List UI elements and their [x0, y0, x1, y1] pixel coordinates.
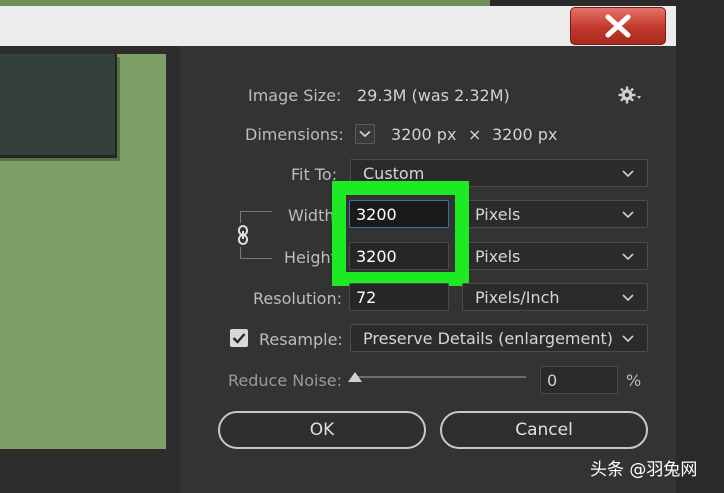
chevron-down-icon: [622, 170, 634, 178]
resample-label: Resample:: [259, 330, 343, 349]
reduce-noise-slider-thumb[interactable]: [348, 372, 362, 382]
fit-to-label: Fit To:: [291, 165, 338, 184]
watermark: 头条 @羽兔网: [590, 455, 697, 480]
resample-select[interactable]: Preserve Details (enlargement): [350, 324, 648, 352]
width-unit-select[interactable]: Pixels: [462, 200, 648, 228]
constrain-proportions-button[interactable]: [234, 223, 252, 247]
watermark-text: 头条 @羽兔网: [590, 460, 698, 480]
chevron-down-icon: [359, 130, 371, 138]
preview-content: [0, 54, 117, 158]
window-outside: [676, 6, 724, 493]
dimensions-units-dropdown[interactable]: [355, 124, 375, 144]
link-icon: [238, 225, 248, 245]
height-label: Height: [284, 248, 337, 267]
width-unit-value: Pixels: [475, 204, 521, 224]
dimensions-height: 3200 px: [492, 125, 558, 144]
dimensions-label: Dimensions:: [245, 125, 344, 144]
reduce-noise-unit: %: [626, 371, 642, 390]
image-size-value: 29.3M (was 2.32M): [357, 86, 510, 105]
cancel-button[interactable]: Cancel: [440, 411, 648, 449]
highlight-box: [332, 181, 469, 286]
dimensions-times: ×: [468, 125, 482, 144]
resample-checkbox[interactable]: [230, 329, 248, 347]
checkmark-icon: [232, 333, 246, 344]
width-label: Width: [288, 206, 335, 225]
gear-icon: [618, 86, 641, 104]
chevron-down-icon: [622, 253, 634, 261]
image-preview: [0, 54, 166, 449]
resolution-label: Resolution:: [253, 289, 342, 308]
reduce-noise-slider-track[interactable]: [352, 376, 526, 378]
image-size-label: Image Size:: [248, 86, 342, 105]
settings-gear-button[interactable]: [618, 85, 644, 105]
resolution-unit-select[interactable]: Pixels/Inch: [462, 283, 648, 311]
chevron-down-icon: [622, 211, 634, 219]
resolution-field[interactable]: [349, 283, 449, 311]
close-icon: [605, 14, 631, 38]
reduce-noise-label: Reduce Noise:: [228, 371, 343, 390]
height-unit-select[interactable]: Pixels: [462, 242, 648, 270]
dimensions-width: 3200 px: [391, 125, 457, 144]
resample-value: Preserve Details (enlargement): [363, 328, 614, 348]
ok-button[interactable]: OK: [218, 411, 426, 449]
resolution-unit-value: Pixels/Inch: [475, 287, 560, 307]
height-unit-value: Pixels: [475, 246, 521, 266]
reduce-noise-input[interactable]: [547, 370, 611, 390]
chevron-down-icon: [622, 294, 634, 302]
fit-to-value: Custom: [363, 163, 425, 183]
close-button[interactable]: [570, 7, 666, 45]
chevron-down-icon: [622, 335, 634, 343]
resolution-input[interactable]: [356, 287, 442, 307]
reduce-noise-field[interactable]: [540, 366, 618, 394]
